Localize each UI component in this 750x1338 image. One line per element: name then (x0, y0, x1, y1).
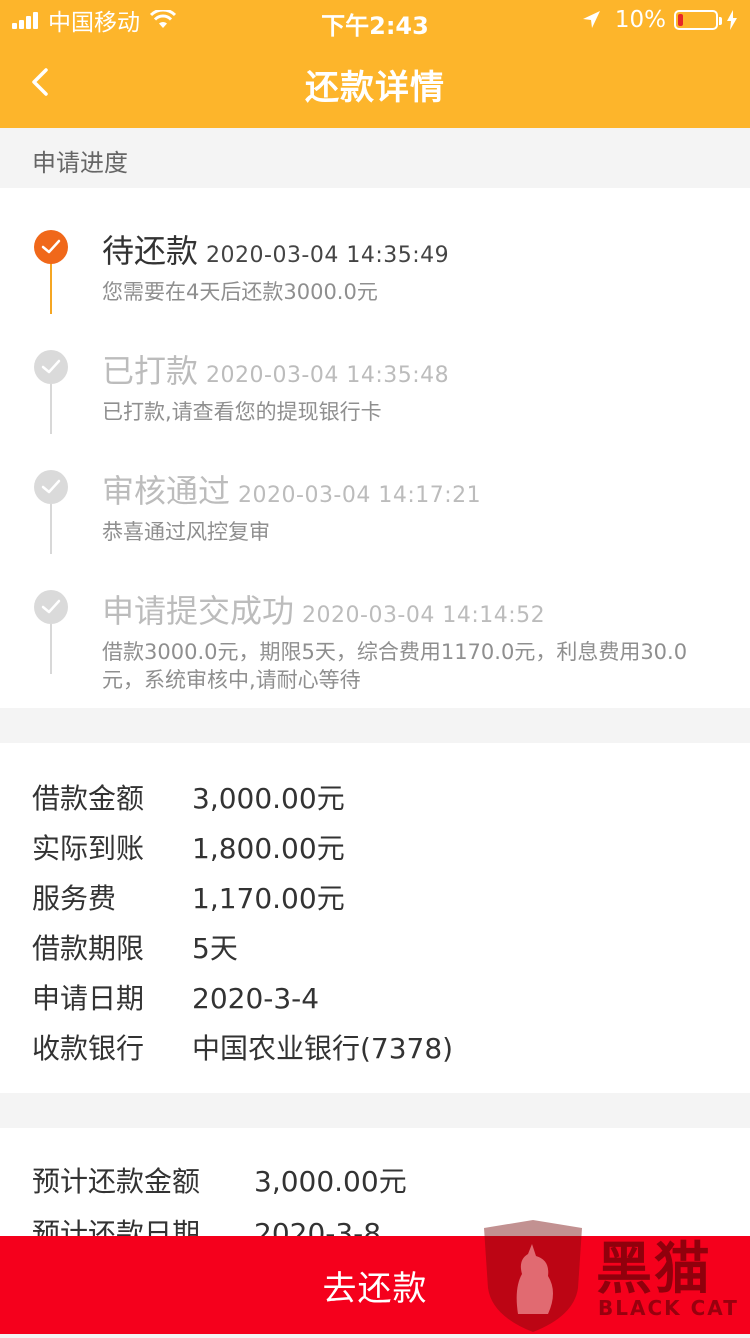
info-row-loan-amount: 借款金额 3,000.00元 (32, 777, 345, 817)
timeline-connector (50, 504, 52, 554)
step-time: 2020-03-04 14:35:49 (206, 243, 450, 268)
info-row-apply-date: 申请日期 2020-3-4 (32, 977, 319, 1017)
battery-icon (674, 10, 722, 30)
info-label: 收款银行 (32, 1032, 145, 1065)
info-label: 借款金额 (32, 782, 145, 815)
info-label: 申请日期 (32, 982, 145, 1015)
info-value: 3,000.00元 (192, 782, 345, 815)
info-label: 实际到账 (32, 832, 145, 865)
repay-row-amount: 预计还款金额 3,000.00元 (32, 1160, 407, 1200)
check-icon (34, 590, 68, 624)
info-label: 借款期限 (32, 932, 145, 965)
info-value: 5天 (192, 932, 238, 965)
step-time: 2020-03-04 14:14:52 (302, 603, 546, 628)
location-arrow-icon (582, 11, 600, 28)
step-time: 2020-03-04 14:35:48 (206, 363, 450, 388)
step-title: 申请提交成功 (102, 592, 295, 630)
timeline-step: 待还款 2020-03-04 14:35:49 (102, 226, 449, 272)
step-title: 待还款 (102, 232, 199, 270)
charging-bolt-icon (727, 10, 737, 30)
repay-value: 3,000.00元 (254, 1165, 407, 1198)
step-description: 已打款,请查看您的提现银行卡 (102, 400, 382, 424)
battery-percent: 10% (614, 7, 666, 33)
timeline-step: 审核通过 2020-03-04 14:17:21 (102, 466, 481, 512)
page-title: 还款详情 (305, 68, 445, 108)
timeline-step: 申请提交成功 2020-03-04 14:14:52 (102, 586, 545, 632)
progress-section-label: 申请进度 (32, 149, 128, 177)
timeline-step: 已打款 2020-03-04 14:35:48 (102, 346, 449, 392)
loan-info-card: 借款金额 3,000.00元 实际到账 1,800.00元 服务费 1,170.00元… (0, 743, 750, 1093)
repay-label: 预计还款金额 (32, 1165, 201, 1198)
timeline-connector (50, 384, 52, 434)
info-label: 服务费 (32, 882, 117, 915)
info-value: 1,170.00元 (192, 882, 345, 915)
step-description: 您需要在4天后还款3000.0元 (102, 280, 378, 304)
progress-timeline: 待还款 2020-03-04 14:35:49 您需要在4天后还款3000.0元 … (0, 188, 750, 708)
step-title: 已打款 (102, 352, 199, 390)
info-row-service-fee: 服务费 1,170.00元 (32, 877, 345, 917)
timeline-connector (50, 624, 52, 674)
info-row-bank: 收款银行 中国农业银行(7378) (32, 1027, 453, 1067)
info-row-received: 实际到账 1,800.00元 (32, 827, 345, 867)
step-description: 借款3000.0元，期限5天，综合费用1170.0元，利息费用30.0元，系统审… (102, 640, 688, 692)
info-value: 1,800.00元 (192, 832, 345, 865)
check-icon (34, 230, 68, 264)
step-title: 审核通过 (102, 472, 231, 510)
header-bar: 中国移动 下午2:43 10% 还款详情 (0, 0, 750, 128)
check-icon (34, 350, 68, 384)
info-value: 中国农业银行(7378) (192, 1032, 454, 1065)
step-description: 恭喜通过风控复审 (102, 520, 270, 544)
info-value: 2020-3-4 (192, 982, 320, 1015)
step-time: 2020-03-04 14:17:21 (238, 483, 482, 508)
repay-button[interactable]: 去还款 (0, 1236, 750, 1334)
status-bar: 中国移动 下午2:43 10% (0, 0, 750, 40)
check-icon (34, 470, 68, 504)
progress-section-header: 申请进度 (0, 128, 750, 188)
info-row-term: 借款期限 5天 (32, 927, 238, 967)
